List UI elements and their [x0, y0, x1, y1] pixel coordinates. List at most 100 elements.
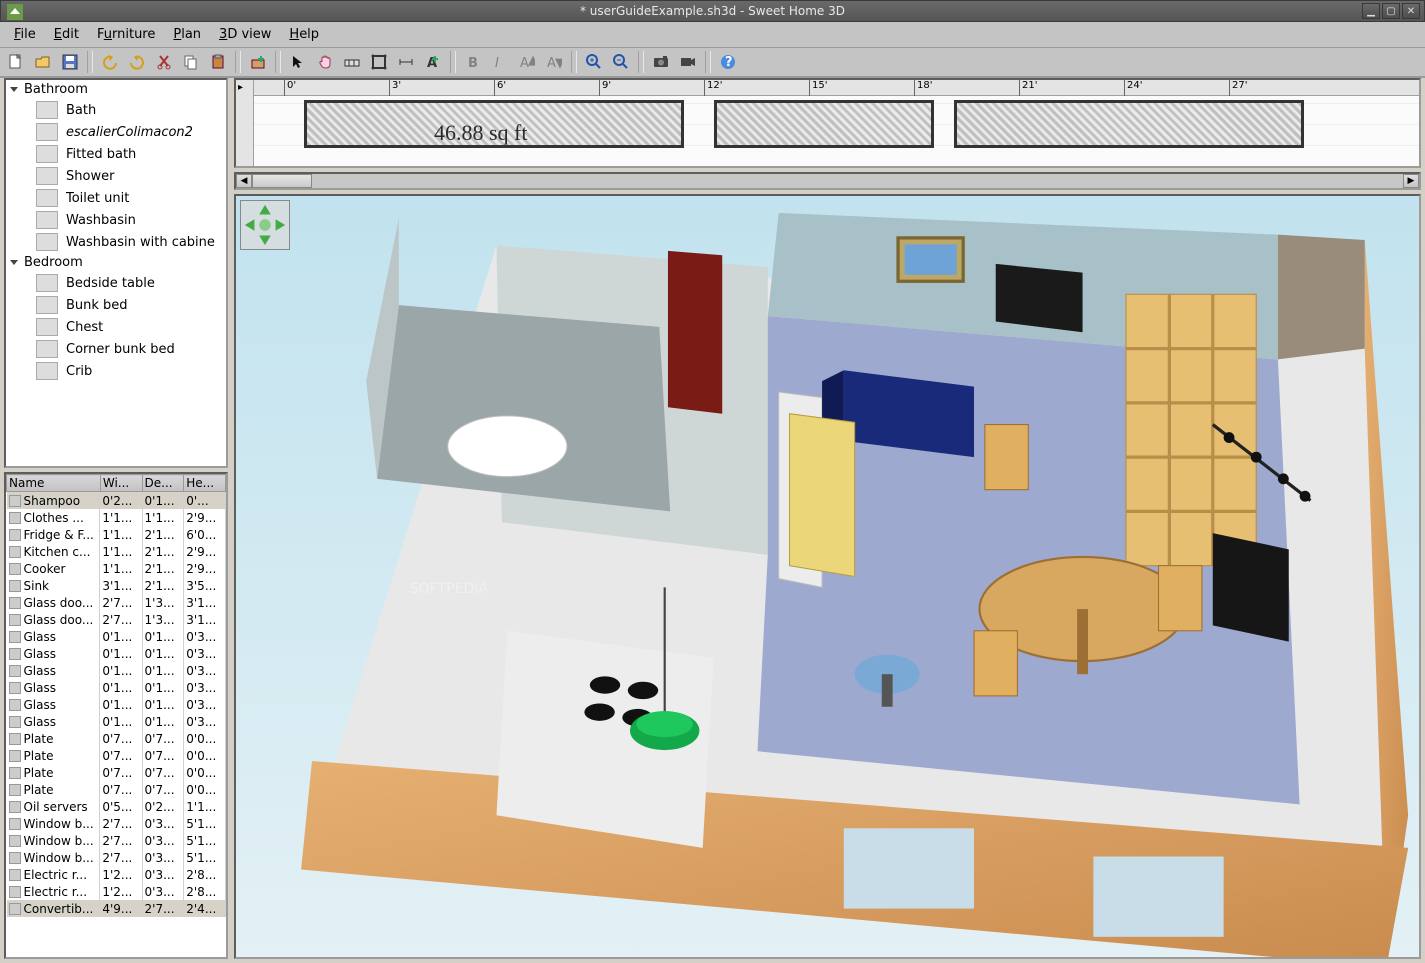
table-row[interactable]: Glass0'1...0'1...0'3...: [7, 696, 226, 713]
table-row[interactable]: Kitchen c...1'1...2'1...2'9...: [7, 543, 226, 560]
add-furniture-button[interactable]: [246, 50, 270, 74]
pan-tool[interactable]: [313, 50, 337, 74]
row-icon: [9, 512, 21, 524]
catalog-item[interactable]: escalierColimacon2: [6, 121, 226, 143]
catalog-item[interactable]: Shower: [6, 165, 226, 187]
italic-button[interactable]: I: [488, 50, 512, 74]
table-row[interactable]: Glass0'1...0'1...0'3...: [7, 662, 226, 679]
create-room-tool[interactable]: [367, 50, 391, 74]
create-dimension-tool[interactable]: [394, 50, 418, 74]
catalog-category-bedroom[interactable]: Bedroom: [6, 253, 226, 272]
plan-canvas[interactable]: 46.88 sq ft: [254, 96, 1419, 166]
row-icon: [9, 580, 21, 592]
menu-edit[interactable]: Edit: [46, 24, 87, 45]
column-header[interactable]: De...: [142, 475, 184, 492]
maximize-button[interactable]: ▢: [1382, 3, 1400, 19]
3d-navigation-widget[interactable]: [240, 200, 290, 250]
furniture-thumb-icon: [36, 101, 58, 119]
menu-3dview[interactable]: 3D view: [211, 24, 279, 45]
plan-2d-panel[interactable]: ▸ 0'3'6'9'12'15'18'21'24'27' 46.88 sq ft: [234, 78, 1421, 168]
menu-furniture[interactable]: Furniture: [89, 24, 163, 45]
new-button[interactable]: [4, 50, 28, 74]
furniture-catalog-panel[interactable]: BathroomBath escalierColimacon2 Fitted bat…: [4, 78, 228, 468]
table-row[interactable]: Plate0'7...0'7...0'0...: [7, 730, 226, 747]
help-button[interactable]: ?: [716, 50, 740, 74]
catalog-item[interactable]: Fitted bath: [6, 143, 226, 165]
create-text-tool[interactable]: A: [421, 50, 445, 74]
column-header[interactable]: Wi...: [100, 475, 142, 492]
zoom-in-button[interactable]: [582, 50, 606, 74]
table-row[interactable]: Glass0'1...0'1...0'3...: [7, 713, 226, 730]
catalog-item[interactable]: Bath: [6, 99, 226, 121]
table-row[interactable]: Glass0'1...0'1...0'3...: [7, 628, 226, 645]
minimize-button[interactable]: ▁: [1362, 3, 1380, 19]
open-button[interactable]: [31, 50, 55, 74]
select-tool[interactable]: [286, 50, 310, 74]
table-row[interactable]: Window b...2'7...0'3...5'1...: [7, 832, 226, 849]
close-button[interactable]: ✕: [1402, 3, 1420, 19]
table-row[interactable]: Cooker1'1...2'1...2'9...: [7, 560, 226, 577]
undo-button[interactable]: [98, 50, 122, 74]
zoom-out-button[interactable]: [609, 50, 633, 74]
table-row[interactable]: Plate0'7...0'7...0'0...: [7, 764, 226, 781]
decrease-text-button[interactable]: A▼: [542, 50, 566, 74]
table-row[interactable]: Glass doo...2'7...1'3...3'1...: [7, 611, 226, 628]
catalog-item[interactable]: Washbasin with cabine: [6, 231, 226, 253]
catalog-item[interactable]: Washbasin: [6, 209, 226, 231]
catalog-item[interactable]: Toilet unit: [6, 187, 226, 209]
create-wall-tool[interactable]: [340, 50, 364, 74]
photo-button[interactable]: [649, 50, 673, 74]
copy-button[interactable]: [179, 50, 203, 74]
plan-horizontal-scrollbar[interactable]: ◀ ▶: [234, 172, 1421, 190]
paste-button[interactable]: [206, 50, 230, 74]
catalog-item[interactable]: Chest: [6, 316, 226, 338]
bold-button[interactable]: B: [461, 50, 485, 74]
furniture-thumb-icon: [36, 318, 58, 336]
column-header[interactable]: He...: [184, 475, 226, 492]
scroll-thumb[interactable]: [252, 174, 312, 188]
video-button[interactable]: [676, 50, 700, 74]
table-row[interactable]: Glass0'1...0'1...0'3...: [7, 679, 226, 696]
furniture-list-panel[interactable]: NameWi...De...He... Shampoo0'2...0'1...0…: [4, 472, 228, 959]
row-icon: [9, 801, 21, 813]
table-row[interactable]: Plate0'7...0'7...0'0...: [7, 781, 226, 798]
catalog-item-label: escalierColimacon2: [66, 125, 193, 140]
table-row[interactable]: Sink3'1...2'1...3'5...: [7, 577, 226, 594]
row-icon: [9, 869, 21, 881]
table-row[interactable]: Glass doo...2'7...1'3...3'1...: [7, 594, 226, 611]
redo-button[interactable]: [125, 50, 149, 74]
increase-text-button[interactable]: A▲: [515, 50, 539, 74]
table-row[interactable]: Clothes ...1'1...1'1...2'9...: [7, 509, 226, 526]
save-button[interactable]: [58, 50, 82, 74]
table-row[interactable]: Plate0'7...0'7...0'0...: [7, 747, 226, 764]
table-row[interactable]: Window b...2'7...0'3...5'1...: [7, 849, 226, 866]
row-icon: [9, 903, 21, 915]
view-3d-panel[interactable]: SOFTPEDIA: [234, 194, 1421, 959]
column-header[interactable]: Name: [7, 475, 101, 492]
table-row[interactable]: Fridge & F...1'1...2'1...6'0...: [7, 526, 226, 543]
catalog-category-bathroom[interactable]: Bathroom: [6, 80, 226, 99]
menu-file[interactable]: File: [6, 24, 44, 45]
catalog-item[interactable]: Bunk bed: [6, 294, 226, 316]
row-icon: [9, 750, 21, 762]
catalog-item[interactable]: Bedside table: [6, 272, 226, 294]
row-icon: [9, 495, 21, 507]
catalog-item-label: Chest: [66, 320, 103, 335]
furniture-thumb-icon: [36, 274, 58, 292]
catalog-item[interactable]: Crib: [6, 360, 226, 382]
table-row[interactable]: Window b...2'7...0'3...5'1...: [7, 815, 226, 832]
table-row[interactable]: Glass0'1...0'1...0'3...: [7, 645, 226, 662]
catalog-item[interactable]: Corner bunk bed: [6, 338, 226, 360]
table-row[interactable]: Shampoo0'2...0'1...0'...: [7, 492, 226, 510]
table-row[interactable]: Electric r...1'2...0'3...2'8...: [7, 866, 226, 883]
row-icon: [9, 648, 21, 660]
table-row[interactable]: Electric r...1'2...0'3...2'8...: [7, 883, 226, 900]
scroll-right-button[interactable]: ▶: [1403, 174, 1419, 188]
cut-button[interactable]: [152, 50, 176, 74]
table-row[interactable]: Oil servers0'5...0'2...1'1...: [7, 798, 226, 815]
menu-bar: File Edit Furniture Plan 3D view Help: [0, 22, 1425, 48]
menu-plan[interactable]: Plan: [165, 24, 209, 45]
menu-help[interactable]: Help: [281, 24, 327, 45]
table-row[interactable]: Convertib...4'9...2'7...2'4...: [7, 900, 226, 917]
scroll-left-button[interactable]: ◀: [236, 174, 252, 188]
